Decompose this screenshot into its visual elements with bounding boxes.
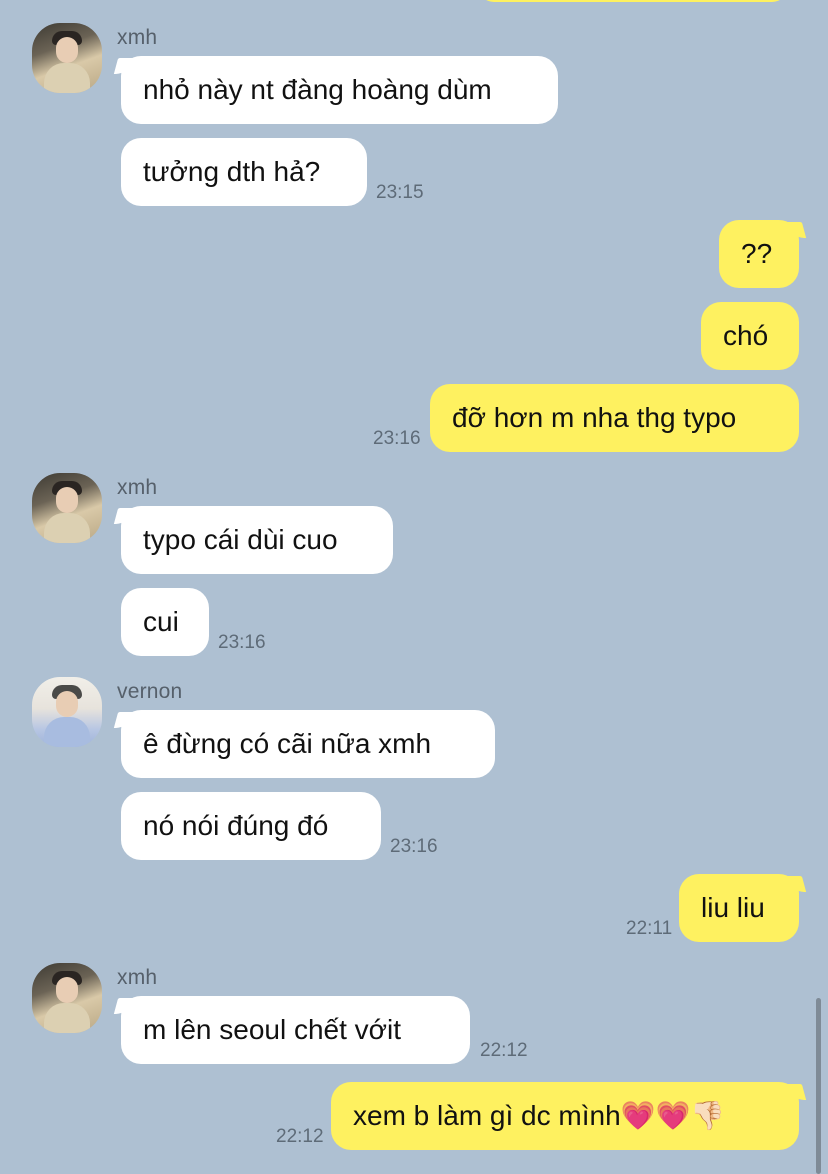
message-text: ê đừng có cãi nữa xmh [143, 728, 432, 759]
incoming-message-bubble[interactable]: nhỏ này nt đàng hoàng dùm [121, 56, 558, 124]
scrollbar[interactable] [816, 998, 821, 1174]
incoming-message-bubble[interactable]: nó nói đúng đó [121, 792, 381, 860]
message-text: ?? [741, 238, 773, 269]
vernon-avatar[interactable] [32, 677, 102, 747]
sender-name: vernon [117, 680, 183, 703]
sender-name: xmh [117, 966, 158, 989]
outgoing-message-bubble[interactable]: đỡ hơn m nha thg typo [430, 384, 799, 452]
message-timestamp: 23:15 [376, 182, 424, 203]
message-timestamp: 23:16 [373, 428, 421, 449]
outgoing-message-bubble[interactable]: liu liu [679, 874, 799, 942]
message-timestamp: 23:16 [218, 632, 266, 653]
outgoing-message-bubble[interactable]: ?? [719, 220, 799, 288]
message-timestamp: 22:11 [626, 918, 673, 939]
sender-name: xmh [117, 26, 158, 49]
xmh-avatar[interactable] [32, 473, 102, 543]
message-timestamp: 22:12 [480, 1040, 528, 1061]
message-text: liu liu [701, 892, 765, 923]
message-text: cui [143, 606, 179, 637]
incoming-message-bubble[interactable]: typo cái dùi cuo [121, 506, 393, 574]
incoming-message-bubble[interactable]: ê đừng có cãi nữa xmh [121, 710, 495, 778]
message-text: m lên seoul chết vớit [143, 1014, 402, 1045]
message-timestamp: 23:16 [390, 836, 438, 857]
incoming-message-bubble[interactable]: cui [121, 588, 209, 656]
sender-name: xmh [117, 476, 158, 499]
outgoing-message-bubble[interactable]: chó [701, 302, 799, 370]
message-text: đỡ hơn m nha thg typo [452, 402, 737, 433]
message-text: nhỏ này nt đàng hoàng dùm [143, 74, 492, 105]
message-text: chó [723, 320, 769, 351]
incoming-message-bubble[interactable]: m lên seoul chết vớit [121, 996, 470, 1064]
message-text: xem b làm gì dc mình💗💗👎🏻 [353, 1100, 726, 1131]
previous-message-bubble[interactable] [478, 0, 788, 2]
message-text: tưởng dth hả? [143, 156, 321, 187]
outgoing-message-bubble[interactable]: xem b làm gì dc mình💗💗👎🏻 [331, 1082, 799, 1150]
message-text: typo cái dùi cuo [143, 524, 338, 555]
message-timestamp: 22:12 [276, 1126, 324, 1147]
message-text: nó nói đúng đó [143, 810, 329, 841]
xmh-avatar[interactable] [32, 23, 102, 93]
incoming-message-bubble[interactable]: tưởng dth hả? [121, 138, 367, 206]
xmh-avatar[interactable] [32, 963, 102, 1033]
